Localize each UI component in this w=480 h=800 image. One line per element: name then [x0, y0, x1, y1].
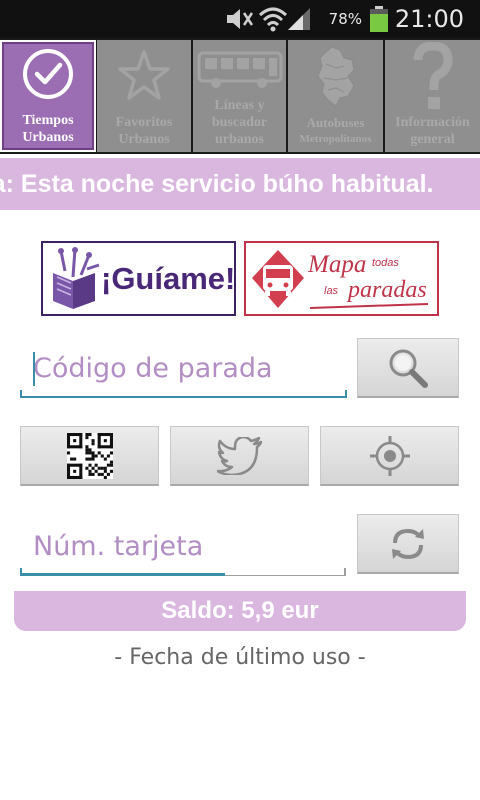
clock: 21:00: [394, 5, 464, 33]
mapa-paradas-button[interactable]: Mapa todas las paradas: [244, 241, 439, 316]
mapa-label-small: todas: [372, 257, 399, 269]
card-number-input[interactable]: [20, 516, 346, 576]
checkmark-circle-icon: [23, 49, 73, 99]
tab-autobuses-metropolitanos[interactable]: Autobuses Metropolitanos: [288, 40, 383, 152]
card-number-field[interactable]: [20, 516, 346, 576]
status-bar: 78% 21:00: [0, 0, 480, 38]
twitter-icon: [216, 436, 262, 475]
tab-label-line: Metropolitanos: [299, 133, 372, 145]
card-progress-bar: [20, 573, 226, 576]
mute-icon: [227, 9, 254, 29]
mapa-label: Mapa: [308, 251, 367, 278]
mapa-label-small: las: [324, 285, 339, 297]
tab-label-line: Tiempos: [22, 113, 74, 128]
stop-code-field[interactable]: [20, 338, 347, 398]
twitter-button[interactable]: [170, 426, 309, 486]
crosshair-icon: [369, 435, 410, 476]
field-underline-tick: [20, 568, 22, 576]
battery-icon: [370, 6, 388, 32]
guiame-button[interactable]: ¡Guíame!: [41, 241, 236, 316]
tab-label-line: Favoritos: [115, 115, 173, 130]
guiame-label: ¡Guíame!: [101, 261, 236, 296]
tab-bar: Tiempos Urbanos Favoritos Urbanos Líneas…: [0, 38, 480, 154]
text-cursor: [33, 352, 35, 386]
wifi-icon: [258, 7, 288, 32]
field-underline: [20, 396, 347, 398]
tab-informacion-general[interactable]: Información general: [385, 40, 480, 152]
mapa-label-paradas: paradas: [348, 277, 427, 303]
bus-icon: [197, 51, 282, 88]
tab-label-line: buscador: [211, 115, 268, 130]
field-underline-tick: [344, 568, 346, 576]
news-ticker: ra: Esta noche servicio búho habitual.: [0, 158, 480, 210]
battery-percent: 78%: [328, 10, 362, 28]
tab-label-line: urbanos: [214, 132, 265, 147]
balance-bar: Saldo: 5,9 eur: [14, 591, 466, 631]
refresh-icon: [392, 528, 424, 559]
qr-code-icon: [66, 432, 113, 479]
tab-lineas-buscador[interactable]: Líneas y buscador urbanos: [193, 40, 286, 152]
refresh-button[interactable]: [357, 514, 459, 574]
search-icon: [389, 349, 428, 388]
tab-label-line: general: [410, 132, 455, 147]
tab-label-line: Urbanos: [118, 132, 170, 147]
bus-stop-icon: [252, 250, 304, 308]
tab-label-line: Líneas y: [214, 98, 265, 113]
question-icon: [413, 42, 453, 109]
signal-icon: [288, 8, 310, 30]
open-book-icon: [53, 247, 100, 309]
stop-code-input[interactable]: [20, 338, 347, 398]
tab-label-line: Urbanos: [22, 130, 74, 145]
tab-label-line: Información: [395, 115, 470, 130]
locate-button[interactable]: [320, 426, 459, 486]
last-use-date: - Fecha de último uso -: [114, 645, 366, 670]
ticker-text: ra: Esta noche servicio búho habitual.: [0, 170, 434, 198]
tab-label-line: Autobuses: [306, 115, 365, 130]
field-underline-tick: [345, 390, 347, 398]
tab-favoritos-urbanos[interactable]: Favoritos Urbanos: [97, 40, 191, 152]
search-button[interactable]: [357, 338, 459, 398]
field-underline-tick: [20, 390, 22, 398]
province-map-icon: [316, 46, 355, 107]
qr-scan-button[interactable]: [20, 426, 159, 486]
star-icon: [118, 50, 170, 100]
tab-tiempos-urbanos[interactable]: Tiempos Urbanos: [0, 40, 96, 152]
